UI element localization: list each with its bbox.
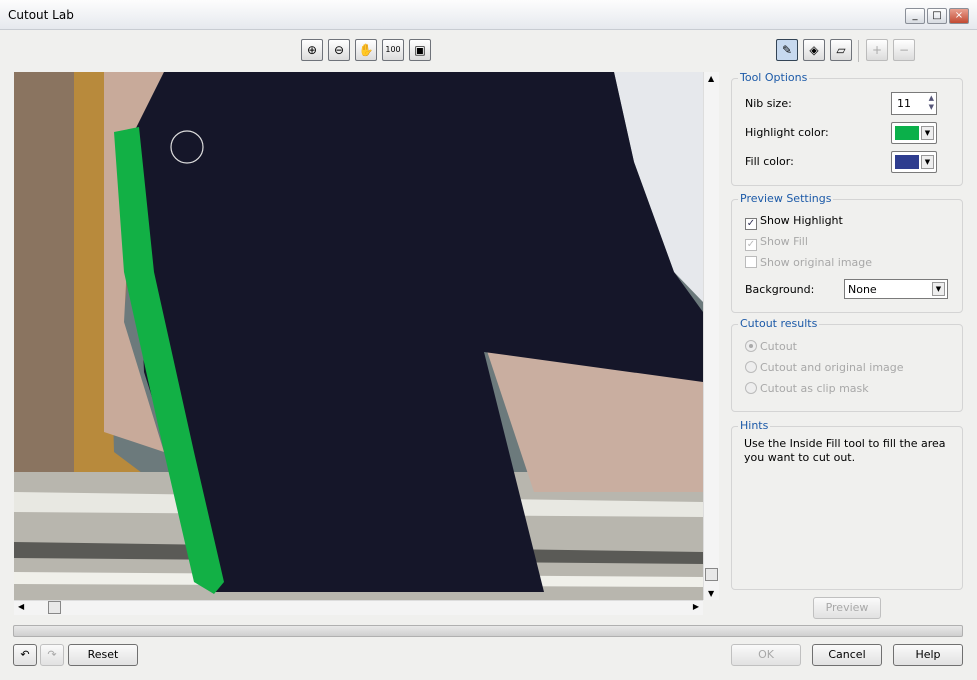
- group-title: Hints: [738, 419, 771, 432]
- horizontal-scroll-thumb[interactable]: [48, 601, 61, 614]
- radio-label: Cutout and original image: [760, 361, 904, 374]
- photo-preview: [14, 72, 703, 600]
- actual-size-icon[interactable]: 100: [382, 39, 404, 61]
- hints-text: Use the Inside Fill tool to fill the are…: [744, 437, 946, 464]
- tool-options-group: Tool Options Nib size: 11 ▲ ▼ Highlight c…: [731, 71, 963, 186]
- cutout-results-group: Cutout results Cutout Cutout and origina…: [731, 317, 963, 412]
- help-button[interactable]: Help: [893, 644, 963, 666]
- remove-detail-tool-icon[interactable]: −: [893, 39, 915, 61]
- vertical-scrollbar[interactable]: ▲ ▼: [703, 72, 719, 600]
- highlight-color-picker[interactable]: ▼: [891, 122, 937, 144]
- cancel-button[interactable]: Cancel: [812, 644, 882, 666]
- show-highlight-checkbox[interactable]: ✓ Show Highlight: [745, 214, 843, 230]
- ok-button[interactable]: OK: [731, 644, 801, 666]
- checkbox-label: Show original image: [760, 256, 873, 269]
- zoom-in-icon[interactable]: ⊕: [301, 39, 323, 61]
- fill-color-label: Fill color:: [745, 155, 794, 168]
- eraser-tool-icon[interactable]: ▱: [830, 39, 852, 61]
- radio-cutout[interactable]: Cutout: [745, 340, 797, 353]
- window-title: Cutout Lab: [8, 8, 74, 22]
- radio-clip-mask[interactable]: Cutout as clip mask: [745, 382, 869, 395]
- toolbar-divider: [858, 40, 859, 62]
- close-button[interactable]: ×: [949, 8, 969, 24]
- preview-button[interactable]: Preview: [813, 597, 881, 619]
- checkbox-label: Show Fill: [760, 235, 808, 248]
- nib-size-value: 11: [897, 97, 911, 110]
- radio-label: Cutout as clip mask: [760, 382, 869, 395]
- background-label: Background:: [745, 283, 815, 296]
- fit-to-window-icon[interactable]: ▣: [409, 39, 431, 61]
- progress-bar: [13, 625, 963, 637]
- fill-color-picker[interactable]: ▼: [891, 151, 937, 173]
- radio-label: Cutout: [760, 340, 797, 353]
- reset-button[interactable]: Reset: [68, 644, 138, 666]
- group-title: Preview Settings: [738, 192, 834, 205]
- group-title: Tool Options: [738, 71, 810, 84]
- pan-hand-icon[interactable]: ✋: [355, 39, 377, 61]
- radio-cutout-and-original[interactable]: Cutout and original image: [745, 361, 904, 374]
- redo-icon[interactable]: ↷: [40, 644, 64, 666]
- group-title: Cutout results: [738, 317, 820, 330]
- minimize-button[interactable]: _: [905, 8, 925, 24]
- background-value: None: [848, 283, 877, 296]
- maximize-button[interactable]: □: [927, 8, 947, 24]
- inside-fill-tool-icon[interactable]: ◈: [803, 39, 825, 61]
- show-fill-checkbox[interactable]: ✓ Show Fill: [745, 235, 808, 251]
- vertical-scroll-thumb[interactable]: [705, 568, 718, 581]
- zoom-out-icon[interactable]: ⊖: [328, 39, 350, 61]
- highlight-color-label: Highlight color:: [745, 126, 829, 139]
- image-canvas[interactable]: [14, 72, 703, 600]
- title-bar: Cutout Lab _ □ ×: [0, 0, 977, 30]
- nib-size-label: Nib size:: [745, 97, 792, 110]
- hints-group: Hints Use the Inside Fill tool to fill t…: [731, 419, 963, 590]
- checkbox-label: Show Highlight: [760, 214, 843, 227]
- highlighter-tool-icon[interactable]: ✎: [776, 39, 798, 61]
- show-original-checkbox[interactable]: Show original image: [745, 256, 872, 269]
- horizontal-scrollbar[interactable]: ◀ ▶: [14, 600, 703, 615]
- preview-settings-group: Preview Settings ✓ Show Highlight ✓ Show F…: [731, 192, 963, 313]
- add-detail-tool-icon[interactable]: +: [866, 39, 888, 61]
- nib-size-spinner[interactable]: 11 ▲ ▼: [891, 92, 937, 115]
- background-select[interactable]: None ▼: [844, 279, 948, 299]
- undo-icon[interactable]: ↶: [13, 644, 37, 666]
